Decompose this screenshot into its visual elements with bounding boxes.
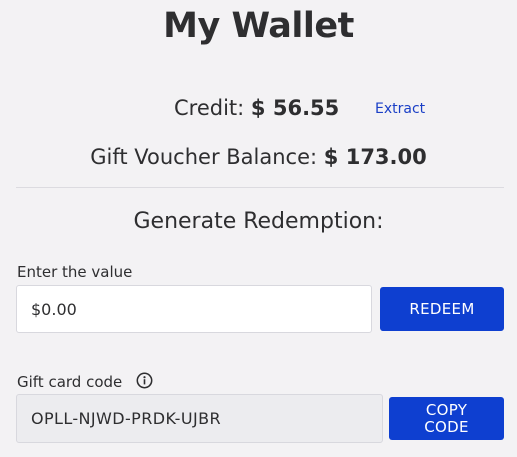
credit-row: Credit: $ 56.55 Extract: [0, 96, 517, 124]
page-title: My Wallet: [163, 6, 354, 46]
voucher-label: Gift Voucher Balance:: [90, 145, 318, 169]
value-input[interactable]: [16, 285, 372, 333]
credit-amount: $ 56.55: [250, 96, 340, 120]
gift-card-label: Gift card code: [17, 373, 123, 391]
extract-link[interactable]: Extract: [375, 101, 425, 117]
credit-text: Credit: $ 56.55: [174, 96, 339, 120]
divider: [16, 187, 504, 188]
gift-voucher-balance: Gift Voucher Balance: $ 173.00: [0, 145, 517, 169]
info-icon[interactable]: [136, 372, 153, 389]
section-title: Generate Redemption:: [133, 209, 384, 234]
value-label: Enter the value: [17, 263, 133, 281]
redeem-button[interactable]: REDEEM: [380, 287, 504, 331]
credit-label: Credit:: [174, 96, 245, 120]
gift-card-code-field[interactable]: OPLL-NJWD-PRDK-UJBR: [16, 394, 383, 443]
copy-code-button[interactable]: COPY CODE: [389, 397, 504, 440]
voucher-amount: $ 173.00: [323, 145, 427, 169]
